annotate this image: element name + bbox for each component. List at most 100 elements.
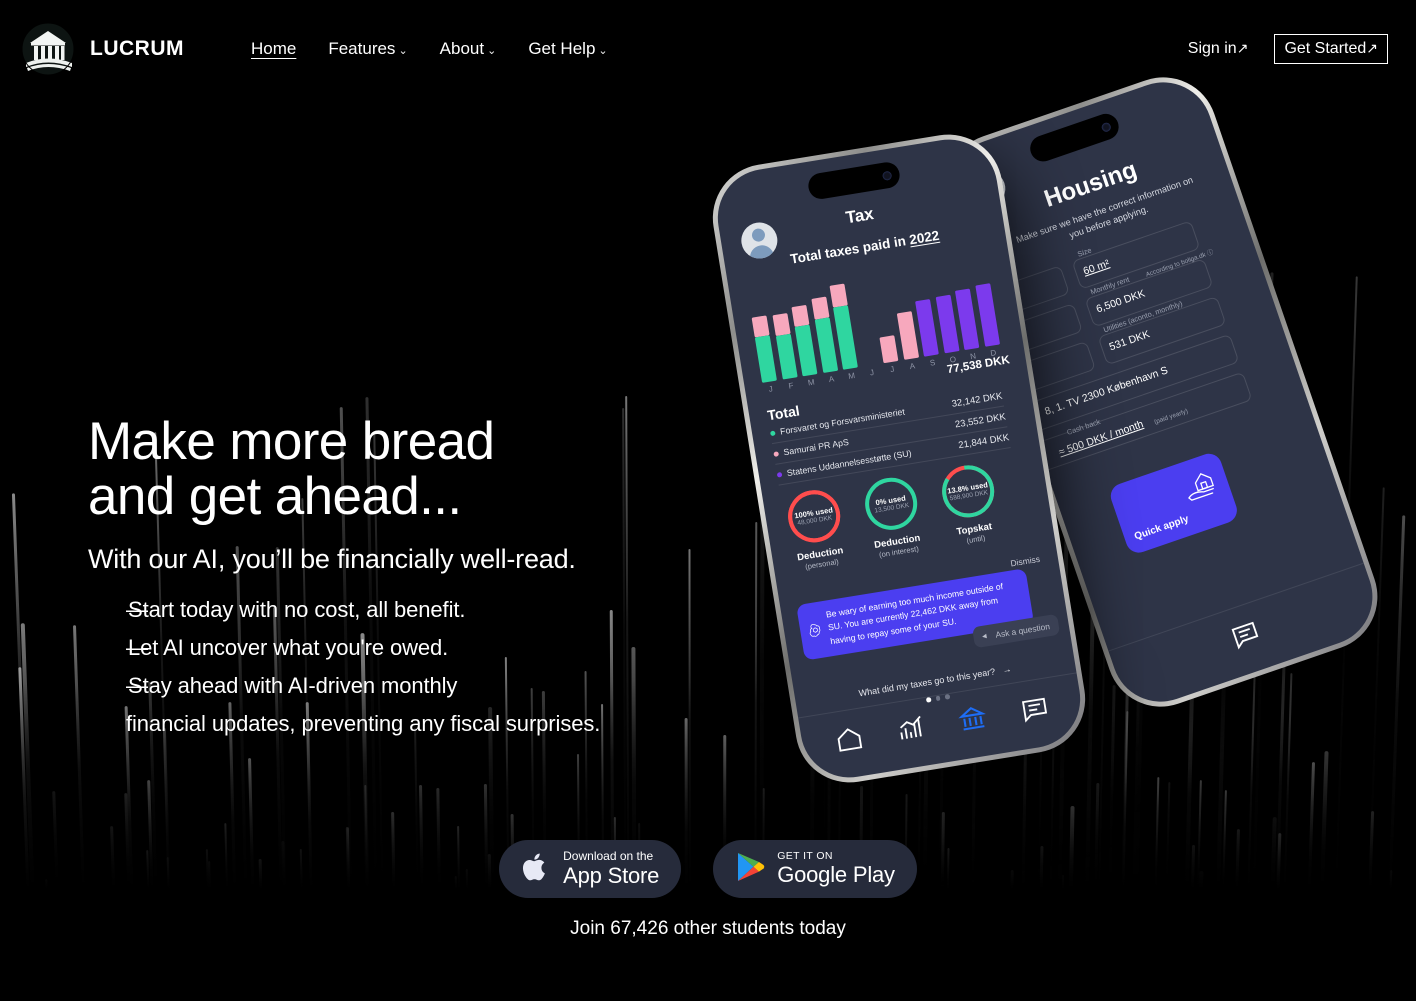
google-play-large-label: Google Play [777, 862, 895, 888]
bar-segment-pink [751, 315, 770, 338]
apple-icon [521, 850, 551, 889]
tax-subtitle-prefix: Total taxes paid in [789, 232, 911, 267]
bar-segment-pink [879, 335, 899, 364]
bar-segment-pink [810, 296, 830, 320]
navbar: LUCRUM Home Features ⌄ About ⌄ Get Help … [0, 0, 1416, 98]
arrow-up-right-icon: ↗ [1366, 40, 1378, 56]
phone-notch [806, 160, 902, 201]
list-item-label: Start today with no cost, all benefit. [128, 597, 466, 623]
sign-in-label: Sign in [1187, 40, 1237, 57]
nav-link-features-label: Features [328, 39, 396, 58]
google-play-icon [735, 851, 765, 888]
table-row-amount: 23,552 DKK [954, 410, 1007, 431]
list-item: — Stay ahead with AI-driven monthly [88, 667, 728, 705]
bar-segment-green [814, 317, 838, 374]
chevron-left-icon: ◂ [981, 630, 988, 641]
bar-segment-violet [935, 294, 960, 354]
ask-a-question-label: Ask a question [994, 620, 1051, 640]
nav-link-features[interactable]: Features ⌄ [328, 39, 407, 59]
bar-axis-label: M [807, 377, 816, 388]
chart-icon[interactable] [895, 712, 927, 744]
bar-column: J [879, 335, 900, 375]
bullet-dash: — [126, 634, 148, 660]
bar-column: J [863, 364, 880, 378]
google-play-small-label: GET IT ON [777, 849, 833, 862]
bullet-dash: — [126, 597, 148, 623]
sign-in-link[interactable]: Sign in↗ [1188, 40, 1249, 58]
bar-axis-label: J [768, 384, 774, 394]
legend-dot-icon [776, 471, 783, 478]
bullet-dash: — [126, 672, 148, 698]
allowance-donut[interactable]: 0% used 13,500 DKK Deduction (on interest) [855, 470, 931, 561]
tax-subtitle-year[interactable]: 2022 [908, 228, 940, 248]
bank-icon[interactable] [957, 702, 989, 734]
openai-logo-icon [806, 621, 824, 639]
tax-tabbar [798, 672, 1088, 785]
bar-axis-label: J [869, 367, 875, 378]
hero-title-line-2: and get ahead... [88, 466, 462, 526]
legend-dot-icon [769, 429, 776, 436]
google-play-button[interactable]: GET IT ON Google Play [713, 840, 917, 898]
get-started-label: Get Started [1284, 40, 1367, 57]
list-item-label: Stay ahead with AI-driven monthly [128, 672, 458, 698]
legend-dot-icon [773, 450, 780, 457]
arrow-up-right-icon: ↗ [1236, 40, 1249, 56]
bar-axis-label: M [847, 371, 856, 381]
bar-axis-label: F [787, 381, 795, 391]
list-item: — Start today with no cost, all benefit. [88, 591, 728, 629]
bar-segment-green [754, 335, 777, 383]
bar-segment-green [794, 324, 818, 377]
housing-tabbar [1108, 562, 1386, 715]
bar-segment-pink [829, 283, 848, 308]
toast-dismiss-button[interactable]: Dismiss [1010, 554, 1041, 569]
join-count-text: Join 67,426 other students today [570, 918, 846, 939]
chat-icon[interactable] [1018, 692, 1050, 724]
nav-link-home-label: Home [250, 39, 297, 58]
brand-name: LUCRUM [90, 37, 184, 60]
home-icon[interactable] [833, 722, 865, 754]
quick-apply-button[interactable]: Quick apply [1107, 450, 1241, 557]
table-row-amount: 21,844 DKK [957, 431, 1010, 451]
brand[interactable]: LUCRUM [20, 21, 184, 77]
bar-segment-green [833, 305, 858, 370]
allowance-donut[interactable]: 13.8% used 588,900 DKK Topskat (until) [932, 458, 1008, 549]
hero-subtitle: With our AI, you’ll be financially well-… [88, 544, 576, 575]
quick-apply-label: Quick apply [1133, 513, 1191, 543]
bar-segment-violet [915, 299, 939, 357]
app-store-button[interactable]: Download on the App Store [499, 840, 682, 898]
hero-bullet-list: — Start today with no cost, all benefit.… [88, 591, 728, 704]
hero-bullet-tail: financial updates, preventing any fiscal… [126, 710, 601, 736]
nav-links: Home Features ⌄ About ⌄ Get Help ⌄ [251, 39, 608, 59]
store-badges: Download on the App Store GET IT ON Goog… [0, 840, 1416, 898]
arrow-right-icon: → [1001, 663, 1013, 676]
nav-actions: Sign in↗ Get Started↗ [1188, 34, 1388, 64]
nav-link-get-help-label: Get Help [528, 39, 596, 58]
nav-link-home[interactable]: Home [251, 39, 296, 59]
donut-chart: 0% used 13,500 DKK [858, 471, 925, 538]
page-title: Make more bread and get ahead... [88, 412, 728, 526]
list-item: — Let AI uncover what you're owed. [88, 629, 728, 667]
donut-chart: 100% used 48,000 DKK [781, 483, 848, 550]
bar-segment-pink [896, 311, 919, 360]
nav-link-get-help[interactable]: Get Help ⌄ [528, 39, 607, 59]
chevron-down-icon: ⌄ [487, 44, 497, 57]
bar-segment-pink [771, 313, 791, 337]
get-started-button[interactable]: Get Started↗ [1274, 34, 1388, 64]
chevron-down-icon: ⌄ [398, 44, 408, 57]
bar-segment-violet [954, 288, 980, 351]
house-hand-icon [1179, 465, 1223, 509]
chat-icon[interactable] [1227, 616, 1263, 652]
bar-segment-green [775, 333, 798, 380]
front-camera-icon [1100, 121, 1112, 133]
allowance-donut[interactable]: 100% used 48,000 DKK Deduction (personal) [778, 483, 854, 574]
bar-segment-pink [791, 304, 810, 327]
nav-link-about[interactable]: About ⌄ [440, 39, 497, 59]
donut-chart: 13.8% used 588,900 DKK [935, 458, 1002, 525]
bar-axis-label: J [889, 364, 895, 375]
phone-notch [1026, 110, 1123, 165]
chevron-down-icon: ⌄ [598, 44, 608, 57]
nav-link-about-label: About [439, 39, 485, 58]
table-row-amount: 32,142 DKK [950, 390, 1004, 410]
hero-title-line-1: Make more bread [88, 412, 495, 471]
bank-building-icon [20, 21, 76, 77]
